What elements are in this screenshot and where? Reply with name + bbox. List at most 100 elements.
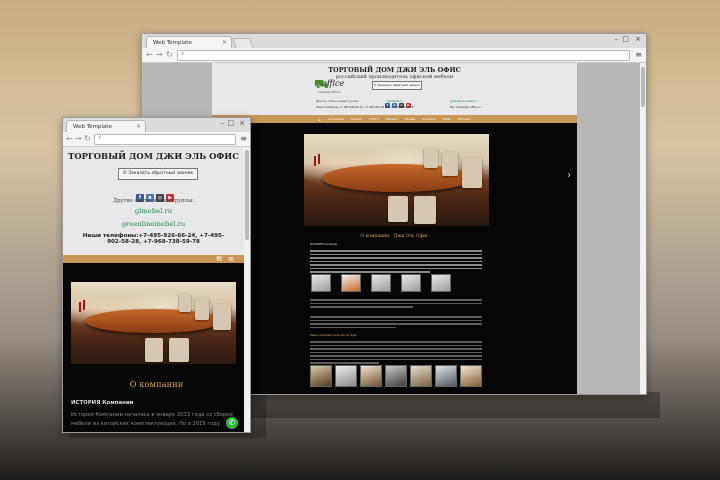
desktop-site: ТОРГОВЫЙ ДОМ ДЖИ ЭЛЬ ОФИС российский про… [212,63,577,394]
photo-chair [388,196,408,222]
address-bar[interactable]: ⌕ [177,50,630,61]
site-logo[interactable]: ⛟ office mebel&gl-office.ru [314,77,344,97]
scrollbar[interactable] [640,63,646,394]
site-link-greenline[interactable]: greenlinemebel.ru [450,99,478,103]
gallery-image[interactable] [385,365,407,387]
about-section-title: О компании Джи Эль Офис [360,234,429,239]
tab-strip: Web Template × – □ × [142,34,646,49]
mobile-other-sites-label: Другие сайты нашей группы: [112,198,195,204]
nav-item[interactable]: Услуги [369,118,378,121]
mobile-navigation-bar: ← → ↻ ⌕ ≡ [63,132,250,147]
mobile-tab-title: Web Template [73,124,112,130]
gallery-row [310,365,482,387]
mobile-site-header: ТОРГОВЫЙ ДОМ ДЖИ ЭЛЬ ОФИС ✆ Заказать обр… [63,147,244,255]
mobile-tab-strip: Web Template × – □ × [63,118,250,132]
mobile-close-window-icon[interactable]: × [239,119,245,128]
back-arrow-icon[interactable]: ← [146,50,153,60]
mobile-history-label: ИСТОРИЯ Компании [71,400,134,406]
gallery-image[interactable] [460,365,482,387]
mobile-browser-window: Web Template × – □ × ← → ↻ ⌕ ≡ ТОРГОВЫЙ … [62,117,251,433]
product-thumbnail[interactable] [341,274,361,292]
mobile-menu-icon[interactable]: ≡ [240,134,247,144]
mobile-site-title: ТОРГОВЫЙ ДОМ ДЖИ ЭЛЬ ОФИС [68,151,239,161]
mobile-hamburger-icon[interactable]: ≡ [228,255,234,263]
nav-item[interactable]: Контакты [422,118,435,121]
product-thumbnail[interactable] [401,274,421,292]
mobile-scrollbar[interactable] [244,147,250,432]
nav-item[interactable]: Доставка [458,118,471,121]
mobile-site-link-glmebel[interactable]: glmebel.ru [63,207,244,215]
photo-chair [414,196,436,224]
advantages-label: Наши компании качество GL Офис [310,334,358,337]
mobile-callback-button[interactable]: ✆ Заказать обратный звонок [118,168,198,180]
photo-chair [169,338,189,362]
mobile-viewport: ТОРГОВЫЙ ДОМ ДЖИ ЭЛЬ ОФИС ✆ Заказать обр… [63,147,250,432]
maximize-icon[interactable]: □ [622,35,629,44]
product-thumbnails-row [311,274,483,292]
gallery-image[interactable] [310,365,332,387]
product-thumbnail[interactable] [371,274,391,292]
nav-item[interactable]: Прайс [443,118,451,121]
mobile-maximize-icon[interactable]: □ [227,119,234,128]
nav-item[interactable]: Отзывы [405,118,416,121]
mobile-browser-tab[interactable]: Web Template × [66,120,146,132]
logo-text: office [322,79,345,88]
mobile-hero-conference-photo [71,282,236,364]
carousel-next-arrow[interactable]: › [567,171,571,181]
product-thumbnail[interactable] [431,274,451,292]
nav-item[interactable]: О компании [328,118,344,121]
browser-tab[interactable]: Web Template × [146,36,232,48]
close-window-icon[interactable]: × [635,35,641,44]
photo-flag [83,300,85,310]
navigation-bar: ← → ↻ ⌕ ≡ [142,48,646,63]
about-text-block-4 [310,339,482,366]
reload-icon[interactable]: ↻ [166,50,173,60]
mobile-minimize-icon[interactable]: – [221,119,225,128]
nav-item[interactable]: Каталог [351,118,362,121]
mobile-scrollbar-thumb[interactable] [245,150,249,240]
photo-flag [79,302,81,312]
photo-chair [145,338,163,362]
history-label: ИСТОРИЯ Компании [310,243,338,246]
photo-chair [179,294,191,312]
mobile-search-icon: ⌕ [98,134,102,141]
site-link-glmebel[interactable]: glmebel.ru [387,99,403,103]
about-text-block-2 [310,297,482,310]
gallery-image[interactable] [335,365,357,387]
photo-chair [462,158,482,188]
gallery-image[interactable] [410,365,432,387]
mobile-cart-icon[interactable]: ▤ [216,255,222,263]
about-text-block [310,248,482,275]
photo-chair [424,148,438,168]
about-text-block-3 [310,314,482,330]
gallery-image[interactable] [435,365,457,387]
mobile-forward-arrow-icon[interactable]: → [75,134,82,144]
mobile-nav-bar: ▤ ≡ [63,255,244,263]
mobile-about-title: О компании [129,379,184,389]
site-title: ТОРГОВЫЙ ДОМ ДЖИ ЭЛЬ ОФИС [328,66,461,74]
callback-label: Заказать обратный звонок [377,83,420,87]
menu-icon[interactable]: ≡ [635,50,642,60]
site-subtitle: российский производитель офисной мебели [335,74,454,80]
callback-button[interactable]: ✆ Заказать обратный звонок [372,81,422,90]
photo-chair [195,298,209,320]
nav-item[interactable]: Объекты [386,118,398,121]
home-icon[interactable]: ⌂ [318,117,321,122]
whatsapp-button[interactable]: ✆ [226,417,238,429]
product-thumbnail[interactable] [311,274,331,292]
gallery-image[interactable] [360,365,382,387]
forward-arrow-icon[interactable]: → [156,50,163,60]
scrollbar-thumb[interactable] [641,67,645,107]
other-sites-label: Другие сайты нашей группы: [316,99,360,103]
mobile-reload-icon[interactable]: ↻ [84,134,91,144]
email-text: Мы: mebel@gl-office.ru [450,106,481,109]
mobile-history-text: История Компании началась в январе 2013 … [71,412,233,427]
photo-chair [213,304,231,330]
mobile-back-arrow-icon[interactable]: ← [66,134,73,144]
search-icon: ⌕ [181,50,185,57]
minimize-icon[interactable]: – [615,35,619,44]
mobile-address-bar[interactable]: ⌕ [94,134,236,145]
whatsapp-icon: ✆ [228,418,236,427]
mobile-site-link-greenline[interactable]: greenlinemebel.ru [63,220,244,228]
hero-conference-photo [304,134,489,226]
